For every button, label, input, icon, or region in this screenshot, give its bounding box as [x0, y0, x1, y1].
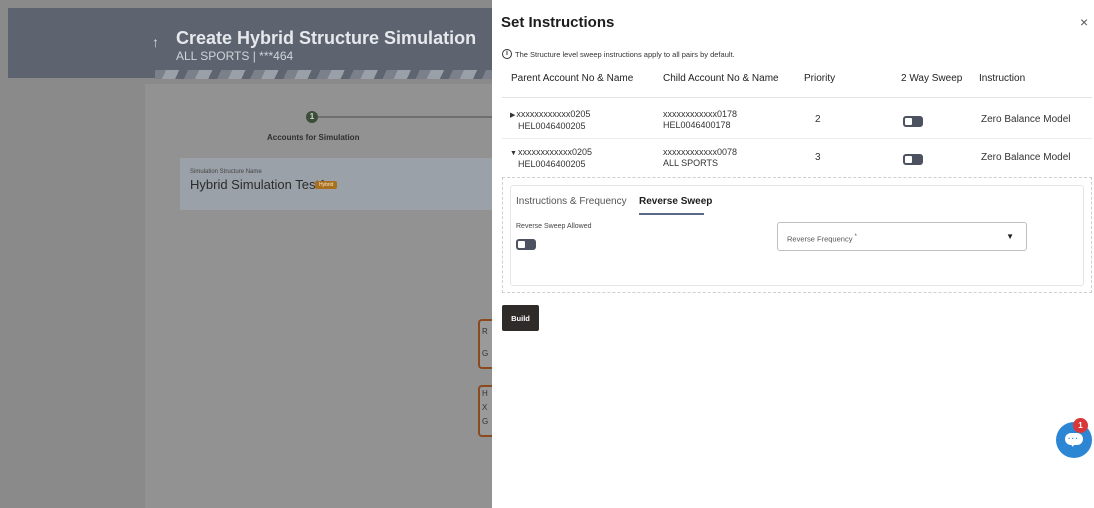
table-row-child: xxxxxxxxxxxx0178 HEL0046400178 [663, 109, 737, 131]
column-header-instruction: Instruction [979, 73, 1026, 84]
tab-instructions-frequency[interactable]: Instructions & Frequency [516, 196, 627, 207]
parent-account-name: HEL0046400205 [518, 159, 586, 169]
node-fragment: R [482, 327, 488, 336]
notification-badge: 1 [1073, 418, 1088, 433]
step-label: Accounts for Simulation [267, 133, 360, 142]
content-card [145, 84, 492, 508]
active-tab-indicator [639, 213, 704, 215]
hybrid-badge: Hybrid [315, 181, 338, 189]
placeholder-text: Reverse Frequency [787, 234, 853, 244]
collapse-caret-icon[interactable]: ▼ [510, 150, 517, 157]
info-message: i The Structure level sweep instructions… [502, 49, 735, 59]
drawer-title: Set Instructions [501, 14, 615, 31]
header-decoration [155, 70, 492, 79]
instruction-value: Zero Balance Model [981, 152, 1071, 163]
parent-account-number: xxxxxxxxxxxx0205 [517, 147, 592, 157]
reverse-sweep-allowed-label: Reverse Sweep Allowed [516, 223, 592, 230]
child-account-number: xxxxxxxxxxxx0178 [663, 109, 738, 119]
tab-reverse-sweep[interactable]: Reverse Sweep [639, 196, 712, 207]
two-way-sweep-toggle[interactable] [903, 116, 923, 127]
header-divider [502, 97, 1092, 98]
close-icon[interactable]: × [1080, 14, 1088, 30]
parent-account-number: xxxxxxxxxxxx0205 [516, 109, 591, 119]
chat-dots-icon: ··· [1068, 434, 1079, 443]
structure-name-label: Simulation Structure Name [190, 169, 262, 175]
expand-caret-icon[interactable]: ▶ [510, 112, 515, 119]
page-subtitle: ALL SPORTS | ***464 [176, 49, 294, 63]
child-account-name: HEL0046400178 [663, 120, 731, 130]
instruction-value: Zero Balance Model [981, 114, 1071, 125]
child-account-name: ALL SPORTS [663, 158, 719, 168]
column-header-two-way-sweep: 2 Way Sweep [901, 73, 963, 84]
back-arrow-icon: ↑ [152, 34, 159, 50]
node-fragment: X [482, 403, 488, 412]
two-way-sweep-toggle[interactable] [903, 154, 923, 165]
reverse-frequency-placeholder: Reverse Frequency * [787, 233, 857, 244]
reverse-sweep-toggle[interactable] [516, 239, 536, 250]
info-text: The Structure level sweep instructions a… [515, 49, 735, 59]
chevron-down-icon: ▼ [1006, 232, 1014, 241]
child-account-number: xxxxxxxxxxxx0078 [663, 147, 738, 157]
table-row-parent[interactable]: ▶xxxxxxxxxxxx0205 HEL0046400205 [510, 109, 590, 132]
priority-value: 3 [815, 152, 821, 163]
column-header-parent: Parent Account No & Name [511, 73, 634, 84]
node-fragment: G [482, 417, 489, 426]
step-indicator: 1 [306, 111, 318, 123]
page-title: Create Hybrid Structure Simulation [176, 28, 477, 48]
required-marker: * [854, 233, 857, 240]
structure-node: H X G [478, 385, 492, 437]
priority-value: 2 [815, 114, 821, 125]
build-button[interactable]: Build [502, 305, 539, 331]
table-row-parent[interactable]: ▼xxxxxxxxxxxx0205 HEL0046400205 [510, 147, 592, 170]
info-icon: i [502, 49, 512, 59]
row-divider [502, 138, 1092, 139]
node-fragment: H [482, 389, 488, 398]
parent-account-name: HEL0046400205 [518, 121, 586, 131]
step-connector [318, 116, 492, 118]
structure-node: R G [478, 319, 492, 369]
column-header-child: Child Account No & Name [663, 73, 779, 84]
reverse-frequency-select[interactable]: Reverse Frequency * ▼ [777, 222, 1027, 251]
structure-name: Hybrid Simulation Test1 [190, 177, 327, 192]
column-header-priority: Priority [804, 73, 836, 84]
node-fragment: G [482, 349, 489, 358]
table-row-child: xxxxxxxxxxxx0078 ALL SPORTS [663, 147, 737, 169]
